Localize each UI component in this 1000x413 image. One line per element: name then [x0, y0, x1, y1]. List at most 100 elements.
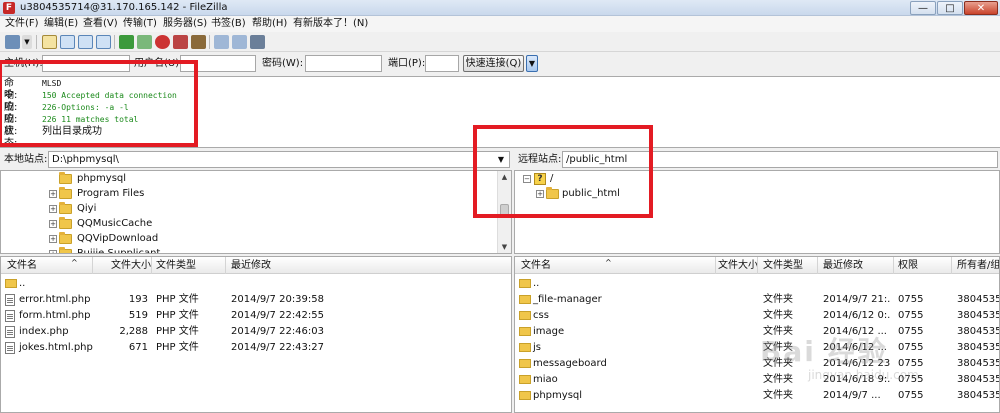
disconnect-icon[interactable] [173, 35, 188, 49]
column-separator [757, 257, 758, 274]
file-name: form.html.php [19, 310, 91, 321]
file-permissions: 0755 [898, 390, 924, 401]
table-row[interactable]: .. [515, 276, 999, 291]
close-button[interactable]: ✕ [964, 1, 998, 15]
file-permissions: 0755 [898, 358, 924, 369]
file-permissions: 0755 [898, 294, 924, 305]
table-row[interactable]: messageboard 文件夹 2014/6/12 23:... 0755 3… [515, 356, 999, 371]
menu-view[interactable]: 查看(V) [83, 17, 118, 31]
table-row[interactable]: phpmysql 文件夹 2014/9/7 ... 0755 38045357 [515, 388, 999, 403]
column-filesize[interactable]: 文件大小 [111, 259, 151, 272]
toolbar-separator [209, 35, 210, 49]
tree-item[interactable]: + QQMusicCache [1, 216, 496, 231]
expand-icon[interactable]: + [49, 220, 57, 228]
quickconnect-dropdown-icon[interactable]: ▼ [526, 55, 538, 72]
table-row[interactable]: js 文件夹 2014/6/12 ... 0755 38045357 [515, 340, 999, 355]
folder-icon [59, 247, 72, 253]
column-filesize[interactable]: 文件大小 [718, 259, 758, 272]
file-modified: 2014/9/7 22:43:27 [231, 342, 325, 353]
local-path-input[interactable]: D:\phpmysql\ ▼ [48, 151, 510, 168]
folder-icon [519, 359, 531, 368]
menu-edit[interactable]: 编辑(E) [44, 17, 78, 31]
column-modified[interactable]: 最近修改 [823, 259, 863, 272]
toolbar-separator [114, 35, 115, 49]
column-filetype[interactable]: 文件类型 [156, 259, 196, 272]
file-modified: 2014/6/12 ... [823, 342, 887, 353]
expand-icon[interactable]: + [49, 190, 57, 198]
tree-item[interactable]: + Program Files [1, 186, 496, 201]
password-label: 密码(W): [262, 58, 304, 69]
file-modified: 2014/6/12 0:... [823, 310, 891, 321]
directory-compare-icon[interactable] [214, 35, 229, 49]
port-input[interactable] [425, 55, 459, 72]
table-row[interactable]: error.html.php 193 PHP 文件 2014/9/7 20:39… [1, 292, 511, 307]
process-queue-icon[interactable] [137, 35, 152, 49]
table-row[interactable]: miao 文件夹 2014/6/18 9:... 0755 38045357 [515, 372, 999, 387]
annotation-box-remote-tree [473, 125, 653, 218]
menu-bookmarks[interactable]: 书签(B) [211, 17, 246, 31]
table-row[interactable]: _file-manager 文件夹 2014/9/7 21:... 0755 3… [515, 292, 999, 307]
menu-help[interactable]: 帮助(H) [252, 17, 287, 31]
site-manager-icon[interactable] [5, 35, 20, 49]
refresh-icon[interactable] [119, 35, 134, 49]
password-input[interactable] [305, 55, 382, 72]
menu-file[interactable]: 文件(F) [5, 17, 39, 31]
file-modified: 2014/9/7 ... [823, 390, 881, 401]
annotation-box-log [0, 60, 198, 147]
toggle-local-tree-icon[interactable] [60, 35, 75, 49]
table-row[interactable]: index.php 2,288 PHP 文件 2014/9/7 22:46:03 [1, 324, 511, 339]
tree-item-label: Program Files [77, 188, 145, 199]
tree-item[interactable]: + Qiyi [1, 201, 496, 216]
reconnect-icon[interactable] [191, 35, 206, 49]
table-row[interactable]: .. [1, 276, 511, 291]
sync-browsing-icon[interactable] [232, 35, 247, 49]
local-site-bar: 本地站点: D:\phpmysql\ ▼ [0, 150, 512, 170]
local-tree[interactable]: phpmysql + Program Files + Qiyi + QQMusi… [0, 170, 512, 254]
tree-item[interactable]: + QQVipDownload [1, 231, 496, 246]
table-row[interactable]: form.html.php 519 PHP 文件 2014/9/7 22:42:… [1, 308, 511, 323]
sort-indicator-icon: ^ [605, 258, 612, 267]
column-filename[interactable]: 文件名 [7, 259, 37, 272]
scroll-down-icon[interactable]: ▼ [498, 241, 511, 253]
file-modified: 2014/6/12 ... [823, 326, 887, 337]
table-row[interactable]: image 文件夹 2014/6/12 ... 0755 38045357 [515, 324, 999, 339]
remote-file-list[interactable]: 文件名 ^ 文件大小 文件类型 最近修改 权限 所有者/组 .. _file-m… [514, 256, 1000, 413]
file-name: image [533, 326, 565, 337]
expand-icon[interactable]: + [49, 205, 57, 213]
tree-item-label: QQVipDownload [77, 233, 159, 244]
window-title: u3804535714@31.170.165.142 - FileZilla [20, 2, 228, 13]
menu-new-version[interactable]: 有新版本了！(N) [293, 17, 368, 31]
file-name: css [533, 310, 549, 321]
file-size: 2,288 [119, 326, 148, 337]
column-permissions[interactable]: 权限 [898, 259, 918, 272]
expand-icon[interactable]: + [49, 250, 57, 253]
file-size: 519 [128, 310, 148, 321]
minimize-button[interactable]: — [910, 1, 936, 15]
file-type: 文件夹 [763, 358, 793, 369]
column-owner[interactable]: 所有者/组 [957, 259, 999, 272]
maximize-button[interactable]: □ [937, 1, 963, 15]
file-type: PHP 文件 [156, 342, 199, 353]
search-remote-icon[interactable] [250, 35, 265, 49]
menu-transfer[interactable]: 传输(T) [123, 17, 157, 31]
column-filetype[interactable]: 文件类型 [763, 259, 803, 272]
column-modified[interactable]: 最近修改 [231, 259, 271, 272]
remote-list-header: 文件名 ^ 文件大小 文件类型 最近修改 权限 所有者/组 [515, 257, 999, 274]
tree-item[interactable]: + Ruijie Supplicant [1, 246, 496, 253]
expand-icon[interactable]: + [49, 235, 57, 243]
column-filename[interactable]: 文件名 [521, 259, 551, 272]
table-row[interactable]: css 文件夹 2014/6/12 0:... 0755 38045357 [515, 308, 999, 323]
toggle-remote-tree-icon[interactable] [78, 35, 93, 49]
table-row[interactable]: jokes.html.php 671 PHP 文件 2014/9/7 22:43… [1, 340, 511, 355]
toggle-log-icon[interactable] [42, 35, 57, 49]
toggle-queue-icon[interactable] [96, 35, 111, 49]
local-file-list[interactable]: 文件名 ^ 文件大小 文件类型 最近修改 .. error.html.php 1… [0, 256, 512, 413]
file-type: 文件夹 [763, 390, 793, 401]
quickconnect-button[interactable]: 快速连接(Q) [463, 55, 524, 72]
cancel-icon[interactable] [155, 35, 170, 49]
php-file-icon [5, 326, 15, 338]
site-manager-dropdown-icon[interactable]: ▼ [22, 35, 32, 49]
folder-icon [519, 343, 531, 352]
menu-server[interactable]: 服务器(S) [163, 17, 207, 31]
tree-item[interactable]: phpmysql [1, 171, 496, 186]
